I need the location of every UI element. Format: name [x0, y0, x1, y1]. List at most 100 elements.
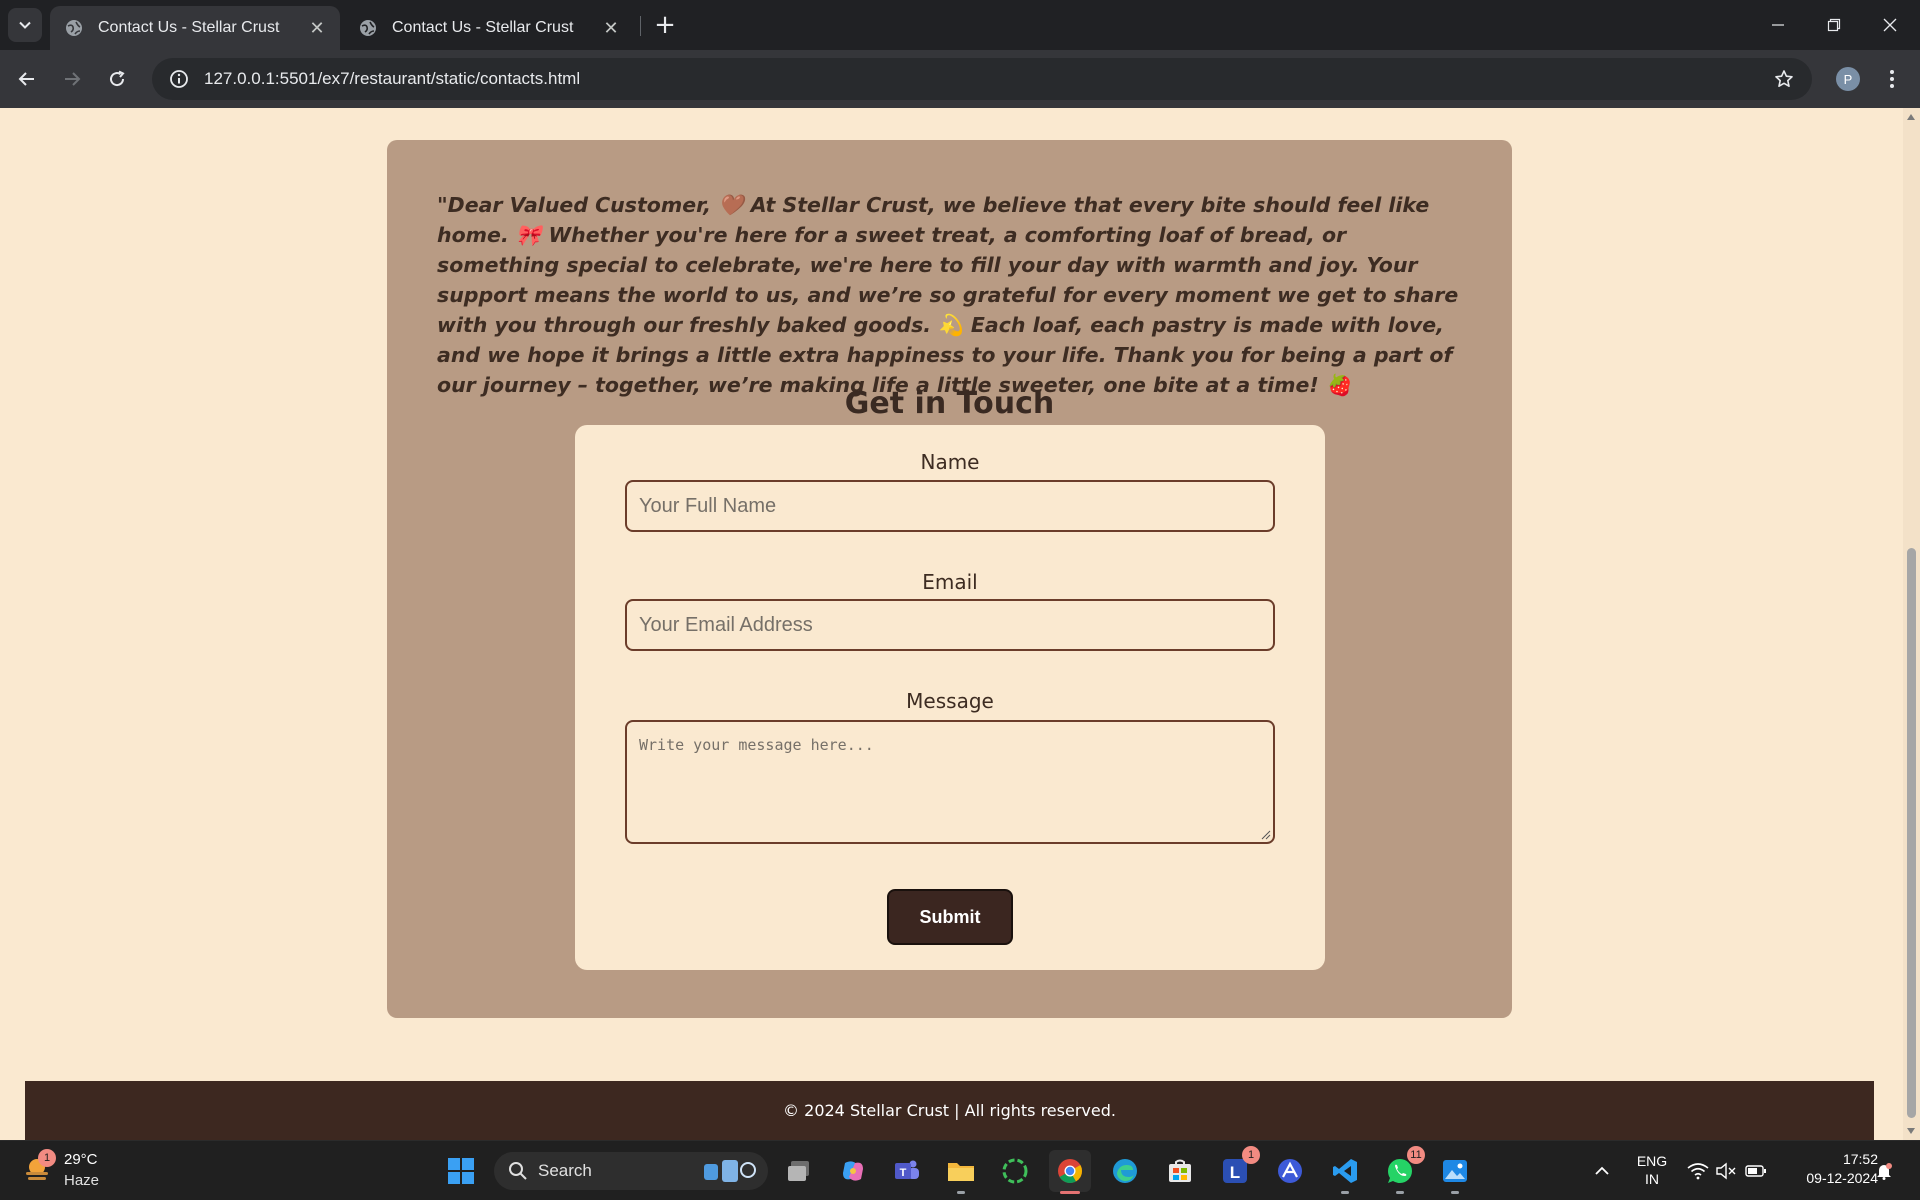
- tab-contact-us[interactable]: Contact Us - Stellar Crust ✕: [344, 6, 634, 50]
- show-hidden-icons-button[interactable]: [1590, 1159, 1614, 1183]
- new-tab-button[interactable]: +: [650, 10, 680, 40]
- resize-grip-icon[interactable]: [1261, 830, 1271, 840]
- tab-contact-us-active[interactable]: Contact Us - Stellar Crust ✕: [50, 6, 340, 50]
- browser-toolbar: 127.0.0.1:5501/ex7/restaurant/static/con…: [0, 50, 1920, 108]
- running-indicator: [1396, 1191, 1404, 1194]
- contact-card: "Dear Valued Customer, 🤎 At Stellar Crus…: [387, 140, 1512, 1018]
- notifications-button[interactable]: [1872, 1159, 1896, 1183]
- tab-title: Contact Us - Stellar Crust: [98, 19, 280, 36]
- scroll-down-icon[interactable]: [1907, 1128, 1915, 1134]
- edge-button[interactable]: [1104, 1150, 1146, 1192]
- tab-title: Contact Us - Stellar Crust: [392, 19, 574, 36]
- start-icon: [448, 1158, 474, 1184]
- notification-badge: 11: [1407, 1146, 1425, 1164]
- star-icon: [1775, 70, 1793, 87]
- vscode-button[interactable]: [1324, 1150, 1366, 1194]
- site-info-button[interactable]: [158, 58, 200, 100]
- minimize-button[interactable]: [1750, 0, 1806, 50]
- store-icon: [1169, 1159, 1191, 1182]
- info-icon: [170, 70, 188, 88]
- restore-button[interactable]: [1806, 0, 1862, 50]
- arrow-right-icon: [65, 72, 81, 86]
- l-app-button[interactable]: L 1: [1214, 1146, 1260, 1192]
- chevron-down-icon: [19, 21, 31, 29]
- browser-tab-strip: Contact Us - Stellar Crust ✕ Contact Us …: [0, 0, 1920, 50]
- wifi-button[interactable]: [1686, 1159, 1710, 1183]
- bookmark-button[interactable]: [1764, 59, 1804, 99]
- email-input[interactable]: [625, 599, 1275, 651]
- submit-button[interactable]: Submit: [887, 889, 1013, 945]
- weather-badge: 1: [38, 1149, 56, 1167]
- forward-button[interactable]: [55, 62, 89, 96]
- restore-icon: [1827, 18, 1841, 32]
- photos-button[interactable]: [1434, 1150, 1476, 1194]
- profile-avatar[interactable]: P: [1836, 67, 1860, 91]
- chrome-button[interactable]: [1049, 1150, 1091, 1194]
- start-button[interactable]: [440, 1150, 482, 1192]
- running-indicator: [1060, 1191, 1080, 1194]
- clock-time: 17:52: [1842, 1151, 1878, 1167]
- file-explorer-icon: [948, 1163, 974, 1181]
- search-label: Search: [538, 1161, 592, 1180]
- edge-icon: [1113, 1159, 1137, 1183]
- arrow-left-icon: [18, 72, 34, 86]
- more-vertical-icon: [1890, 70, 1894, 88]
- region-code: IN: [1645, 1171, 1659, 1187]
- address-bar[interactable]: 127.0.0.1:5501/ex7/restaurant/static/con…: [152, 58, 1812, 100]
- close-icon: [1883, 18, 1897, 32]
- store-button[interactable]: [1159, 1150, 1201, 1192]
- teams-button[interactable]: T: [886, 1150, 928, 1192]
- search-icon: [509, 1162, 527, 1180]
- loader-app-icon: [1002, 1158, 1028, 1184]
- whatsapp-button[interactable]: 11: [1379, 1146, 1425, 1194]
- wifi-icon: [1687, 1163, 1709, 1180]
- svg-text:L: L: [1230, 1163, 1240, 1182]
- a-app-button[interactable]: [1269, 1150, 1311, 1192]
- a-app-icon: [1278, 1159, 1302, 1183]
- running-indicator: [1341, 1191, 1349, 1194]
- loader-app-button[interactable]: [994, 1150, 1036, 1192]
- message-label: Message: [906, 689, 994, 713]
- scrollbar-thumb[interactable]: [1907, 548, 1916, 1118]
- back-button[interactable]: [10, 62, 44, 96]
- message-textarea[interactable]: [625, 720, 1275, 844]
- minimize-icon: [1772, 24, 1784, 26]
- url-text[interactable]: 127.0.0.1:5501/ex7/restaurant/static/con…: [204, 69, 1764, 89]
- name-label: Name: [920, 450, 980, 474]
- page-footer: © 2024 Stellar Crust | All rights reserv…: [25, 1081, 1874, 1140]
- reload-button[interactable]: [100, 62, 134, 96]
- running-indicator: [957, 1191, 965, 1194]
- page-scrollbar[interactable]: [1903, 108, 1920, 1140]
- chrome-icon: [1058, 1159, 1082, 1184]
- running-indicator: [1451, 1191, 1459, 1194]
- globe-icon: [360, 20, 376, 36]
- language-code: ENG: [1636, 1153, 1668, 1169]
- page-viewport: "Dear Valued Customer, 🤎 At Stellar Crus…: [0, 108, 1920, 1140]
- close-window-button[interactable]: [1862, 0, 1918, 50]
- scroll-up-icon[interactable]: [1907, 114, 1915, 120]
- battery-button[interactable]: [1744, 1159, 1768, 1183]
- file-explorer-button[interactable]: [940, 1150, 982, 1194]
- weather-temperature[interactable]: 29°C: [64, 1151, 98, 1168]
- clock[interactable]: 17:52 09-12-2024: [1782, 1151, 1878, 1186]
- tab-close-icon[interactable]: ✕: [306, 17, 328, 39]
- teams-icon: T: [895, 1160, 919, 1179]
- windows-taskbar: 1 29°C Haze Search T L 1 11 ENG IN 17:52…: [0, 1140, 1920, 1200]
- taskbar-search[interactable]: Search: [494, 1152, 768, 1190]
- copilot-button[interactable]: [832, 1150, 874, 1192]
- language-indicator[interactable]: ENG IN: [1632, 1153, 1672, 1187]
- battery-icon: [1745, 1165, 1766, 1177]
- customer-letter: "Dear Valued Customer, 🤎 At Stellar Crus…: [437, 193, 1459, 397]
- volume-button[interactable]: [1714, 1159, 1738, 1183]
- tab-search-button[interactable]: [8, 8, 42, 42]
- name-input[interactable]: [625, 480, 1275, 532]
- notification-badge: 1: [1242, 1146, 1260, 1164]
- page-title: Get in Touch: [844, 386, 1055, 421]
- tab-close-icon[interactable]: ✕: [600, 17, 622, 39]
- weather-condition[interactable]: Haze: [64, 1172, 99, 1189]
- task-view-button[interactable]: [778, 1150, 820, 1192]
- tab-separator: [640, 16, 641, 36]
- browser-menu-button[interactable]: [1880, 62, 1904, 96]
- reload-icon: [110, 70, 125, 87]
- search-highlight-icon: [704, 1160, 756, 1182]
